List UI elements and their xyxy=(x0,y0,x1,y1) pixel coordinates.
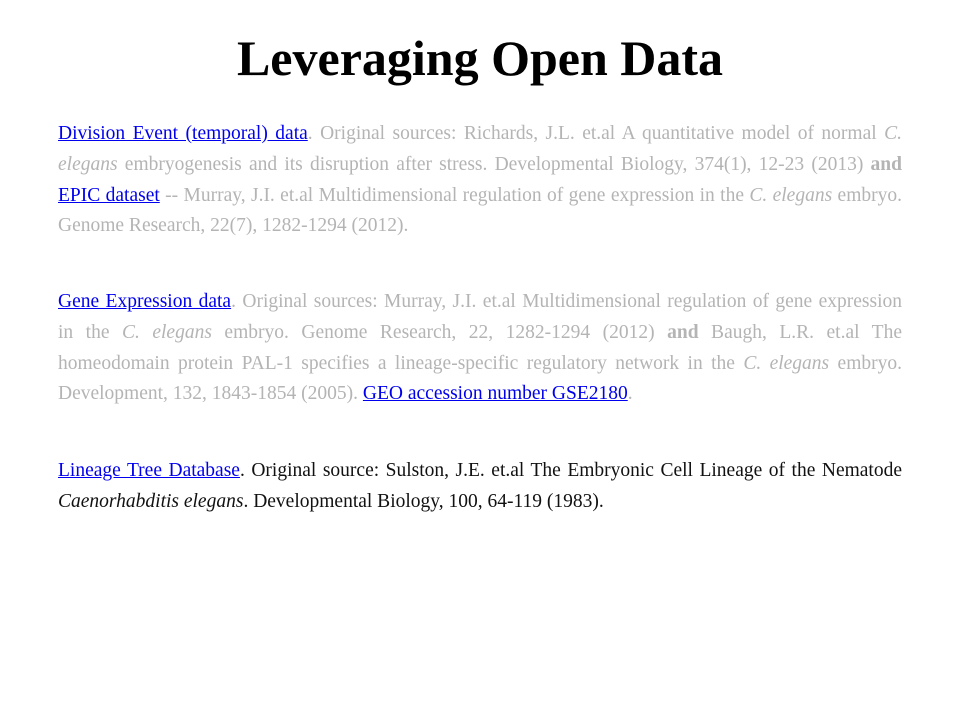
division-event-data-link[interactable]: Division Event (temporal) data xyxy=(58,123,308,144)
gene-expression-data-link[interactable]: Gene Expression data xyxy=(58,291,231,312)
epic-dataset-link[interactable]: EPIC dataset xyxy=(58,185,160,206)
citation-text: . Developmental Biology, 100, 64-119 (19… xyxy=(243,490,604,512)
conjunction: and xyxy=(667,321,699,343)
citation-text: embryo. Genome Research, 22, 1282-1294 (… xyxy=(211,321,668,343)
citation-text: . xyxy=(627,383,633,405)
species-name: Caenorhabditis elegans xyxy=(58,490,244,512)
citation-text: -- Murray, J.I. et.al Multidimensional r… xyxy=(159,184,750,206)
conjunction: and xyxy=(870,153,902,175)
gene-expression-paragraph: Gene Expression data. Original sources: … xyxy=(58,287,902,410)
citation-text: embryogenesis and its disruption after s… xyxy=(117,153,871,175)
geo-accession-link[interactable]: GEO accession number GSE2180 xyxy=(363,383,628,404)
species-name: C. elegans xyxy=(743,352,830,374)
citation-text: . Original source: Sulston, J.E. et.al T… xyxy=(239,460,902,481)
lineage-tree-database-link[interactable]: Lineage Tree Database xyxy=(58,460,240,481)
species-name: C. elegans xyxy=(121,321,212,343)
lineage-tree-paragraph: Lineage Tree Database. Original source: … xyxy=(58,456,902,518)
division-event-paragraph: Division Event (temporal) data. Original… xyxy=(58,119,902,242)
slide: Leveraging Open Data Division Event (tem… xyxy=(0,0,960,720)
citation-text: . Original sources: Richards, J.L. et.al… xyxy=(307,123,885,144)
species-name: C. elegans xyxy=(749,184,833,206)
slide-title: Leveraging Open Data xyxy=(236,30,724,86)
